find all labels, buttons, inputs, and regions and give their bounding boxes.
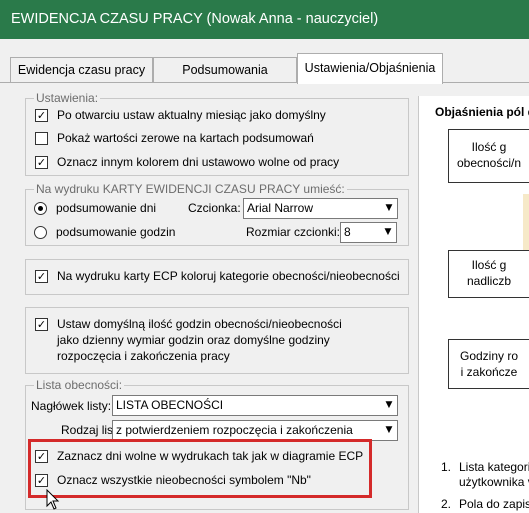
radio-summary-days[interactable] bbox=[34, 202, 47, 215]
settings-group-title: Ustawienia: bbox=[34, 91, 101, 105]
print-group-title: Na wydruku KARTY EWIDENCJI CZASU PRACY u… bbox=[34, 182, 347, 196]
label-default-month: Po otwarciu ustaw aktualny miesiąc jako … bbox=[57, 108, 326, 122]
radio-summary-hours[interactable] bbox=[34, 226, 47, 239]
checkbox-zero-values[interactable] bbox=[35, 132, 48, 145]
note-1-line2: użytkownika v bbox=[459, 475, 529, 489]
label-summary-hours: podsumowanie godzin bbox=[56, 225, 176, 239]
window-title: EWIDENCJA CZASU PRACY (Nowak Anna - nauc… bbox=[0, 0, 529, 39]
label-default-hours-3: rozpoczęcia i zakończenia pracy bbox=[57, 349, 230, 363]
explanation-box-3-line2: i zakończe bbox=[460, 365, 518, 379]
label-font: Czcionka: bbox=[188, 201, 241, 215]
attendance-list-title: Lista obecności: bbox=[34, 378, 125, 392]
note-2-number: 2. bbox=[441, 497, 452, 511]
chevron-down-icon: ▼ bbox=[385, 425, 393, 435]
highlight-box bbox=[28, 439, 372, 498]
explanations-panel: Objaśnienia pól di Ilość g obecności/n I… bbox=[418, 96, 529, 513]
label-zero-values: Pokaż wartości zerowe na kartach podsumo… bbox=[57, 131, 314, 145]
font-select[interactable]: Arial Narrow ▼ bbox=[243, 198, 398, 219]
label-font-size: Rozmiar czcionki: bbox=[246, 225, 341, 239]
explanation-box-2: Ilość g nadliczb bbox=[448, 250, 529, 298]
tab-bar: Ewidencja czasu pracy Podsumowania Ustaw… bbox=[0, 53, 529, 84]
explanation-box-3: Godziny ro i zakończe bbox=[448, 339, 529, 389]
explanation-box-1-line1: Ilość g bbox=[471, 140, 507, 154]
list-type-value: z potwierdzeniem rozpoczęcia i zakończen… bbox=[116, 423, 353, 437]
explanation-box-1-line2: obecności/n bbox=[456, 156, 522, 170]
label-holidays-color: Oznacz innym kolorem dni ustawowo wolne … bbox=[57, 155, 340, 169]
list-header-select[interactable]: LISTA OBECNOŚCI ▼ bbox=[112, 395, 398, 416]
explanation-box-1: Ilość g obecności/n bbox=[448, 129, 529, 183]
note-1-number: 1. bbox=[441, 460, 452, 474]
explanation-box-2-line2: nadliczb bbox=[466, 274, 512, 288]
label-default-hours-1: Ustaw domyślną ilość godzin obecności/ni… bbox=[57, 317, 342, 331]
tab-ewidencja[interactable]: Ewidencja czasu pracy bbox=[10, 57, 153, 83]
font-size-value: 8 bbox=[344, 225, 351, 239]
note-2-line1: Pola do zapis bbox=[459, 497, 529, 511]
font-select-value: Arial Narrow bbox=[247, 201, 314, 215]
explanations-title: Objaśnienia pól di bbox=[435, 105, 529, 119]
list-header-value: LISTA OBECNOŚCI bbox=[116, 398, 224, 412]
explanation-box-3-line1: Godziny ro bbox=[459, 349, 519, 363]
mouse-cursor-icon bbox=[46, 489, 60, 510]
checkbox-color-categories[interactable]: ✓ bbox=[35, 270, 48, 283]
checkbox-holidays-color[interactable]: ✓ bbox=[35, 156, 48, 169]
checkbox-default-hours[interactable]: ✓ bbox=[35, 318, 48, 331]
radio-selected-dot bbox=[38, 206, 43, 211]
tab-podsumowania[interactable]: Podsumowania bbox=[153, 57, 297, 83]
chevron-down-icon: ▼ bbox=[385, 203, 393, 213]
font-size-select[interactable]: 8 ▼ bbox=[340, 222, 397, 243]
label-list-header: Nagłówek listy: bbox=[31, 399, 112, 413]
tab-divider bbox=[0, 82, 529, 83]
explanation-box-2-line1: Ilość g bbox=[471, 258, 507, 272]
list-type-select[interactable]: z potwierdzeniem rozpoczęcia i zakończen… bbox=[112, 420, 398, 441]
chevron-down-icon: ▼ bbox=[385, 400, 393, 410]
tab-ustawienia[interactable]: Ustawienia/Objaśnienia bbox=[297, 53, 443, 84]
note-1-line1: Lista kategori bbox=[459, 460, 529, 474]
label-default-hours-2: jako dzienny wymiar godzin oraz domyślne… bbox=[57, 333, 330, 347]
chevron-down-icon: ▼ bbox=[384, 227, 392, 237]
label-color-categories: Na wydruku karty ECP koloruj kategorie o… bbox=[57, 269, 400, 283]
checkbox-default-month[interactable]: ✓ bbox=[35, 109, 48, 122]
label-summary-days: podsumowanie dni bbox=[56, 201, 157, 215]
